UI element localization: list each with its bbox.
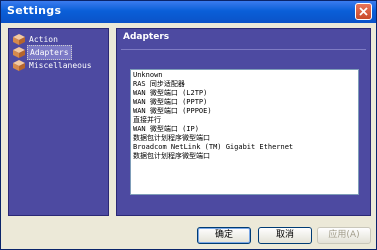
ok-button[interactable]: 确定 (197, 227, 251, 244)
adapters-panel: Adapters Unknown RAS 同步适配器 WAN 微型端口 (L2T… (116, 28, 371, 216)
list-item[interactable]: WAN 微型端口 (IP) (133, 125, 199, 134)
cancel-button[interactable]: 取消 (258, 227, 312, 244)
list-item[interactable]: Broadcom NetLink (TM) Gigabit Ethernet (133, 143, 293, 152)
close-icon (359, 7, 368, 16)
title-bar[interactable]: Settings (1, 1, 376, 23)
settings-window: Settings Action Adapters Miscellaneous A… (0, 0, 377, 250)
window-title: Settings (7, 4, 62, 17)
list-item[interactable]: WAN 微型端口 (L2TP) (133, 89, 207, 98)
close-button[interactable] (355, 3, 372, 20)
panel-title: Adapters (123, 32, 170, 42)
list-item[interactable]: 数据包计划程序微型端口 (133, 152, 210, 161)
sidebar-item-adapters[interactable]: Adapters (11, 45, 106, 60)
package-icon (13, 34, 25, 45)
list-item[interactable]: WAN 微型端口 (PPPOE) (133, 107, 212, 116)
package-icon (13, 47, 25, 58)
list-item[interactable]: 直接并行 (133, 116, 161, 125)
header-divider (121, 49, 366, 50)
package-icon (13, 60, 25, 71)
list-item[interactable]: RAS 同步适配器 (133, 80, 185, 89)
sidebar-item-label: Miscellaneous (29, 61, 92, 70)
list-item[interactable]: WAN 微型端口 (PPTP) (133, 98, 207, 107)
sidebar-item-miscellaneous[interactable]: Miscellaneous (11, 59, 106, 72)
apply-button[interactable]: 应用(A) (317, 227, 371, 244)
adapters-listbox[interactable]: Unknown RAS 同步适配器 WAN 微型端口 (L2TP) WAN 微型… (130, 69, 359, 195)
list-item[interactable]: 数据包计划程序微型端口 (133, 134, 210, 143)
list-item[interactable]: Unknown (133, 71, 163, 80)
sidebar-item-label: Adapters (27, 45, 72, 60)
settings-sidebar: Action Adapters Miscellaneous (8, 28, 109, 216)
